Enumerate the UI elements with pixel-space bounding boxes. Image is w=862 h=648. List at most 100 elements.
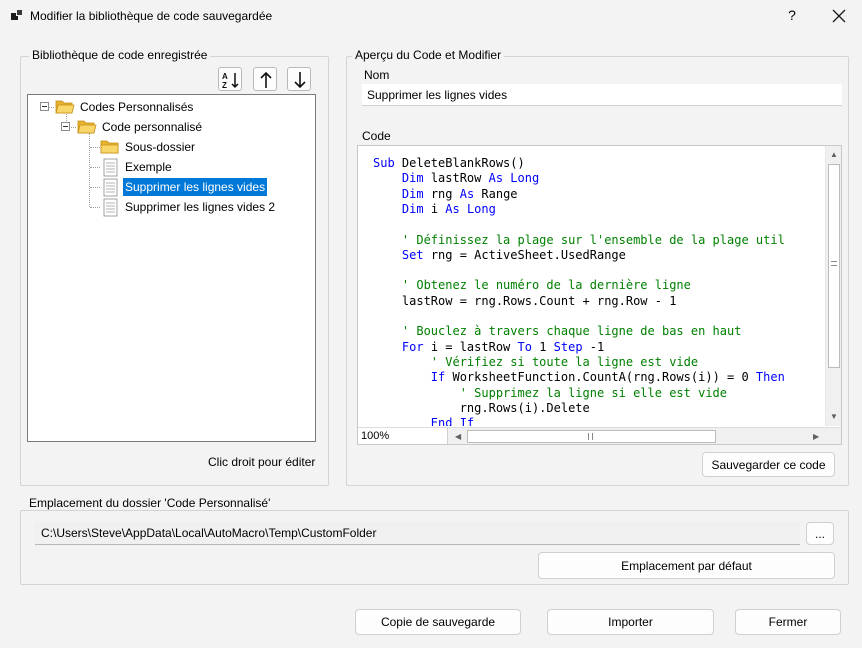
zoom-level[interactable]: 100% — [358, 428, 448, 444]
code-keyword: As — [459, 186, 482, 201]
tree-item-supprimer-lignes-vides[interactable]: Supprimer les lignes vides — [102, 177, 268, 197]
code-keyword: If — [430, 370, 453, 385]
scroll-down-icon[interactable]: ▼ — [830, 412, 838, 422]
code-text: i = lastRow — [430, 339, 518, 354]
svg-text:Z: Z — [222, 81, 227, 89]
code-comment: ' Définissez la plage sur l'ensemble de … — [373, 232, 785, 247]
code-editor[interactable]: Sub DeleteBlankRows() Dim lastRow As Lon… — [357, 145, 842, 445]
tree-item-label: Supprimer les lignes vides — [123, 178, 268, 196]
document-icon — [102, 178, 119, 197]
title-bar: Modifier la bibliothèque de code sauvega… — [0, 0, 862, 32]
code-text: DeleteBlankRows() — [401, 156, 525, 170]
code-text: rng = ActiveSheet.UsedRange — [430, 247, 626, 262]
arrow-up-icon — [260, 71, 272, 88]
tree-item-sous-dossier[interactable]: Sous-dossier — [100, 137, 197, 157]
code-text: rng — [430, 186, 460, 201]
scroll-left-icon[interactable]: ◀ — [455, 432, 461, 442]
default-location-button[interactable]: Emplacement par défaut — [538, 552, 835, 579]
backup-button[interactable]: Copie de sauvegarde — [355, 609, 521, 635]
document-icon — [102, 158, 119, 177]
preview-group-label: Aperçu du Code et Modifier — [352, 48, 505, 62]
code-keyword: To — [517, 339, 540, 354]
help-button[interactable]: ? — [772, 0, 812, 32]
window-title: Modifier la bibliothèque de code sauvega… — [30, 9, 273, 23]
code-text: 1 — [539, 339, 554, 354]
code-library-tree[interactable]: Codes Personnalisés Code personnalisé So… — [27, 94, 316, 442]
open-folder-icon — [77, 119, 97, 135]
code-line: ' Bouclez à travers chaque ligne de bas … — [373, 324, 742, 339]
tree-item-label: Sous-dossier — [125, 140, 196, 154]
tree-item-codes-personnalises[interactable]: Codes Personnalisés — [55, 97, 195, 117]
vertical-scrollbar[interactable]: ▲ ▼ — [825, 146, 841, 426]
collapse-toggle[interactable] — [40, 102, 49, 111]
code-keyword: Dim — [401, 201, 431, 216]
code-text: lastRow = rng.Rows.Count + rng.Row - 1 — [373, 293, 677, 308]
arrow-down-icon — [294, 72, 306, 89]
code-keyword: Step — [553, 339, 590, 354]
save-code-button[interactable]: Sauvegarder ce code — [702, 452, 835, 477]
folder-group-label: Emplacement du dossier 'Code Personnalis… — [26, 496, 274, 510]
folder-path-input[interactable] — [35, 522, 800, 545]
code-keyword: Then — [755, 370, 785, 385]
tree-item-code-personnalise[interactable]: Code personnalisé — [77, 117, 204, 137]
code-line: Dim rng As Range — [373, 187, 518, 202]
code-label: Code — [362, 129, 391, 143]
tree-item-supprimer-lignes-vides-2[interactable]: Supprimer les lignes vides 2 — [102, 197, 277, 217]
scroll-right-icon[interactable]: ▶ — [813, 432, 819, 442]
code-line: Set rng = ActiveSheet.UsedRange — [373, 248, 626, 263]
close-window-button[interactable] — [816, 0, 862, 32]
code-line: ' Obtenez le numéro de la dernière ligne — [373, 278, 691, 293]
move-up-button[interactable] — [253, 67, 277, 91]
code-text: Range — [481, 186, 518, 201]
code-comment: ' Vérifiez si toute la ligne est vide — [373, 354, 699, 369]
code-line: Dim i As Long — [373, 202, 496, 217]
close-button[interactable]: Fermer — [735, 609, 841, 635]
scroll-up-icon[interactable]: ▲ — [830, 150, 838, 160]
code-text: lastRow — [430, 171, 489, 186]
tree-item-label: Exemple — [125, 160, 172, 174]
library-group-label: Bibliothèque de code enregistrée — [29, 48, 211, 62]
vertical-scroll-thumb[interactable] — [828, 164, 840, 368]
code-keyword: As Long — [488, 171, 540, 186]
horizontal-scrollbar[interactable]: 100% ◀ ▶ — [358, 427, 841, 444]
code-line: Sub DeleteBlankRows() — [373, 156, 525, 171]
open-folder-icon — [55, 99, 75, 115]
svg-text:A: A — [222, 72, 228, 81]
tree-line — [89, 133, 90, 207]
code-line: For i = lastRow To 1 Step -1 — [373, 340, 604, 355]
sort-button[interactable]: A Z — [218, 67, 242, 91]
right-click-hint: Clic droit pour éditer — [208, 455, 316, 469]
browse-button[interactable]: ... — [806, 522, 834, 545]
name-input[interactable] — [362, 84, 842, 106]
document-icon — [102, 198, 119, 217]
code-keyword: Dim — [401, 186, 431, 201]
horizontal-scroll-thumb[interactable] — [467, 430, 716, 443]
tree-line — [90, 147, 100, 148]
close-icon — [832, 9, 846, 23]
code-keyword: Set — [401, 247, 431, 262]
collapse-toggle[interactable] — [61, 122, 70, 131]
code-comment: ' Obtenez le numéro de la dernière ligne — [373, 278, 691, 293]
tree-line — [90, 207, 100, 208]
code-text: i — [430, 201, 446, 216]
code-line: Dim lastRow As Long — [373, 171, 539, 186]
tree-line — [90, 167, 100, 168]
tree-item-label: Codes Personnalisés — [80, 100, 194, 114]
code-text-area[interactable]: Sub DeleteBlankRows() Dim lastRow As Lon… — [358, 146, 825, 426]
tree-item-label: Code personnalisé — [102, 120, 203, 134]
code-keyword: End If — [430, 416, 475, 426]
code-text: WorksheetFunction.CountA(rng.Rows(i)) = … — [452, 370, 756, 385]
import-button[interactable]: Importer — [547, 609, 714, 635]
tree-item-exemple[interactable]: Exemple — [102, 157, 174, 177]
folder-icon — [100, 139, 120, 155]
move-down-button[interactable] — [287, 67, 311, 91]
code-line: ' Vérifiez si toute la ligne est vide — [373, 355, 698, 370]
code-line: lastRow = rng.Rows.Count + rng.Row - 1 — [373, 293, 677, 309]
code-text: rng.Rows(i).Delete — [373, 400, 590, 415]
